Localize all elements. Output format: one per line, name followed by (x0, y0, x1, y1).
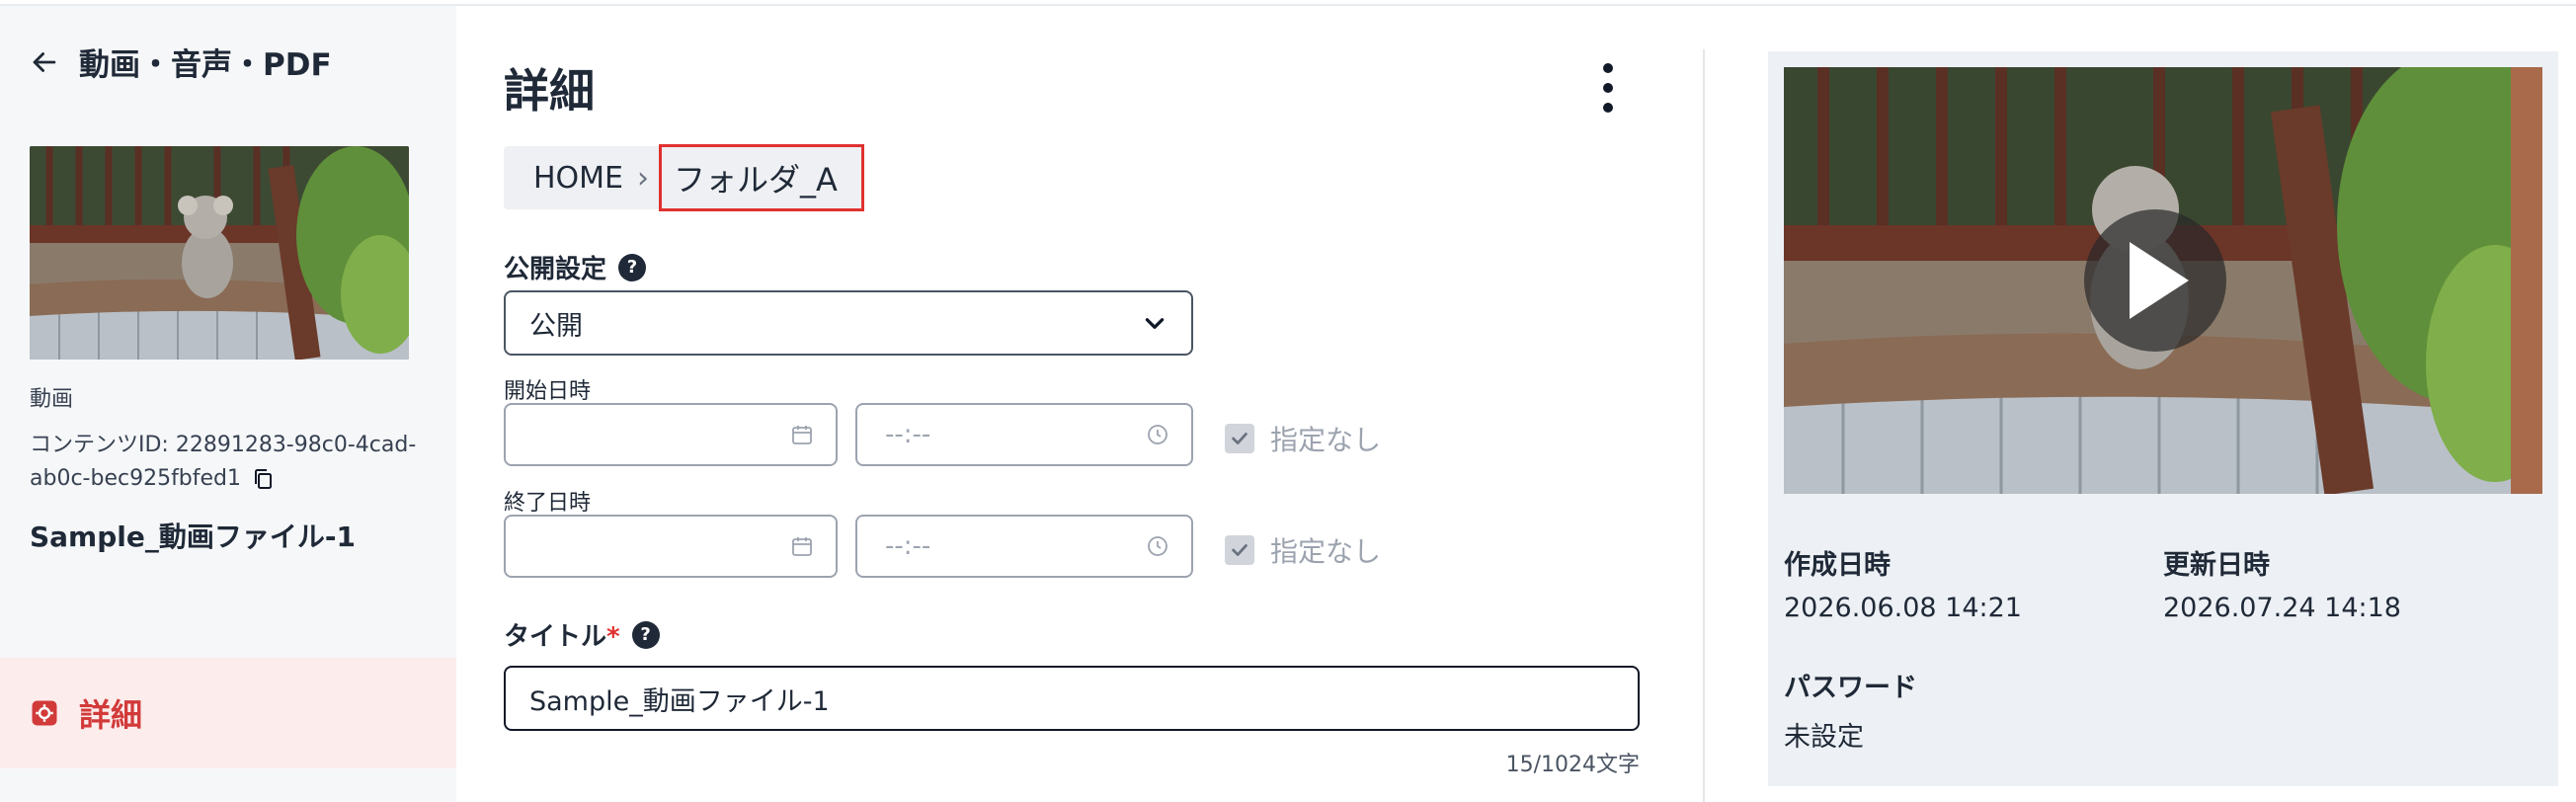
end-date-input[interactable] (504, 515, 838, 578)
sidebar-item-label: 詳細 (79, 696, 143, 734)
start-time-input[interactable]: --:-- (855, 403, 1193, 466)
created-label: 作成日時 (1784, 550, 1891, 581)
visibility-select[interactable]: 公開 (504, 290, 1193, 356)
end-no-setting-checkbox[interactable]: 指定なし (1225, 530, 1381, 570)
updated-value: 2026.07.24 14:18 (2163, 593, 2401, 623)
end-time-placeholder: --:-- (885, 531, 931, 561)
content-type-label: 動画 (30, 387, 74, 412)
arrow-left-icon (33, 51, 56, 72)
breadcrumb-home[interactable]: HOME (504, 161, 637, 196)
calendar-icon (792, 426, 812, 444)
required-mark: * (606, 622, 620, 652)
page-title: 詳細 (504, 64, 595, 118)
title-input-value: Sample_動画ファイル-1 (529, 685, 830, 717)
start-time-placeholder: --:-- (885, 420, 931, 449)
title-label-text: タイトル (504, 622, 607, 652)
vertical-divider (1703, 49, 1705, 802)
start-date-input[interactable] (504, 403, 838, 466)
visibility-label: 公開設定 ? (504, 249, 647, 285)
calendar-icon (792, 537, 812, 556)
content-id: コンテンツID: 22891283-98c0-4cad-ab0c-bec925f… (30, 429, 435, 496)
play-icon[interactable] (2084, 209, 2226, 352)
content-name: Sample_動画ファイル-1 (30, 521, 356, 553)
settings-icon (32, 700, 57, 726)
title-char-counter: 15/1024文字 (1505, 753, 1640, 777)
more-vertical-icon[interactable] (1594, 63, 1622, 113)
copy-icon[interactable] (251, 466, 275, 492)
chevron-down-icon (1145, 318, 1165, 329)
help-icon[interactable]: ? (618, 253, 647, 281)
visibility-label-text: 公開設定 (504, 255, 607, 284)
title-input[interactable]: Sample_動画ファイル-1 (504, 666, 1640, 731)
password-value: 未設定 (1784, 722, 1864, 753)
password-label: パスワード (1784, 673, 1917, 703)
detail-form: 詳細 HOME › フォルダ_A 公開設定 ? 公開 開始日時 --:-- 指定… (456, 6, 1703, 802)
clock-icon (1148, 536, 1167, 556)
help-icon[interactable]: ? (631, 620, 660, 649)
preview-panel: 作成日時 2026.06.08 14:21 更新日時 2026.07.24 14… (1768, 51, 2558, 786)
check-icon (1225, 424, 1254, 453)
end-datetime-label: 終了日時 (504, 491, 592, 516)
visibility-value: 公開 (529, 310, 583, 342)
back-title: 動画・音声・PDF (79, 47, 332, 83)
video-thumbnail (30, 146, 409, 360)
breadcrumb-separator: › (637, 160, 650, 196)
start-datetime-label: 開始日時 (504, 379, 592, 404)
start-no-setting-checkbox[interactable]: 指定なし (1225, 419, 1381, 458)
content-id-text: コンテンツID: 22891283-98c0-4cad-ab0c-bec925f… (30, 433, 417, 491)
sidebar: 動画・音声・PDF 動画 コンテンツID: 22891283-98c0-4cad… (0, 6, 456, 802)
check-icon (1225, 535, 1254, 565)
back-link[interactable]: 動画・音声・PDF (28, 40, 332, 84)
title-label: タイトル* ? (504, 616, 660, 653)
end-no-setting-label: 指定なし (1270, 535, 1382, 568)
created-value: 2026.06.08 14:21 (1784, 593, 2022, 623)
video-preview[interactable] (1784, 67, 2542, 494)
updated-label: 更新日時 (2163, 550, 2270, 581)
breadcrumb: HOME › フォルダ_A (504, 144, 864, 211)
sidebar-item-details[interactable]: 詳細 (0, 658, 456, 768)
start-no-setting-label: 指定なし (1270, 424, 1382, 456)
clock-icon (1148, 425, 1167, 444)
end-time-input[interactable]: --:-- (855, 515, 1193, 578)
breadcrumb-folder[interactable]: フォルダ_A (659, 144, 864, 211)
